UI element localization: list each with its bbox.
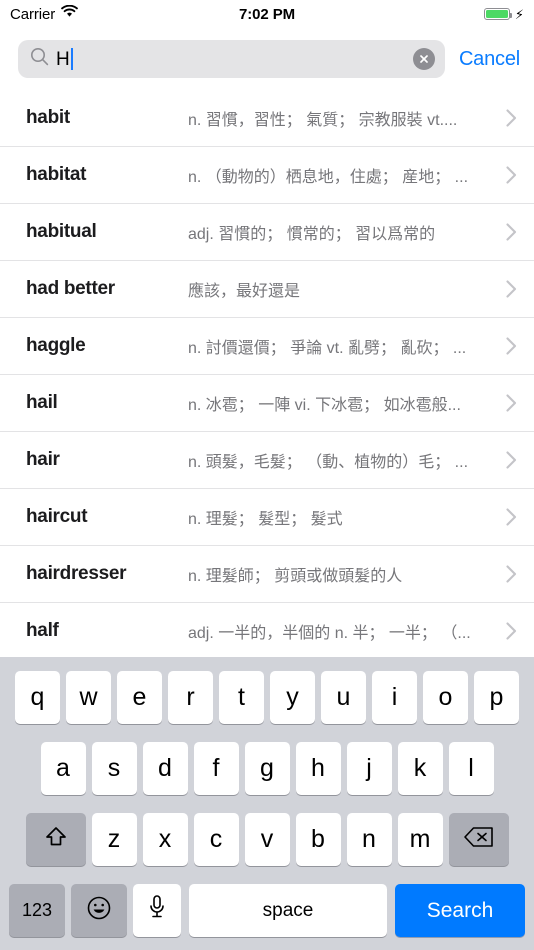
chevron-right-icon (500, 337, 522, 355)
key-e[interactable]: e (117, 671, 162, 724)
key-j[interactable]: j (346, 742, 392, 795)
result-definition: n. 理髮師； 剪頭或做頭髮的人 (188, 568, 403, 585)
status-bar-right: ⚡ (483, 6, 524, 22)
key-t[interactable]: t (219, 671, 264, 724)
key-c[interactable]: c (193, 813, 239, 866)
emoji-smiley-icon (86, 895, 112, 926)
result-word: hair (26, 449, 60, 470)
search-input-value: H (56, 48, 70, 70)
result-definition: n. 理髮； 髮型； 髮式 (188, 511, 343, 528)
chevron-right-icon (500, 166, 522, 184)
battery-full-icon (483, 8, 512, 20)
shift-arrow-icon (43, 824, 69, 855)
result-definition: 應該，最好還是 (188, 283, 301, 300)
result-word: habit (26, 107, 70, 128)
result-word: hairdresser (26, 563, 127, 584)
key-a[interactable]: a (40, 742, 86, 795)
result-word: habitat (26, 164, 87, 185)
emoji-key[interactable] (71, 884, 127, 937)
wifi-icon (61, 4, 78, 23)
delete-key[interactable] (448, 813, 509, 866)
microphone-icon (147, 894, 167, 927)
key-h[interactable]: h (295, 742, 341, 795)
search-results-list[interactable]: habit n. 習慣，習性； 氣質； 宗教服裝 vt.... habitat … (0, 90, 534, 657)
table-row[interactable]: habit n. 習慣，習性； 氣質； 宗教服裝 vt.... (0, 90, 534, 147)
key-p[interactable]: p (474, 671, 519, 724)
keyboard-row-1: q w e r t y u i o p (0, 668, 534, 727)
table-row[interactable]: habitual adj. 習慣的； 慣常的； 習以爲常的 (0, 204, 534, 261)
search-bar: H Cancel (0, 28, 534, 90)
result-word: haggle (26, 335, 86, 356)
result-definition: n. 冰雹； 一陣 vi. 下冰雹； 如冰雹般... (188, 397, 461, 414)
search-key[interactable]: Search (395, 884, 525, 937)
result-word: haircut (26, 506, 88, 527)
key-g[interactable]: g (244, 742, 290, 795)
chevron-right-icon (500, 451, 522, 469)
table-row[interactable]: hail n. 冰雹； 一陣 vi. 下冰雹； 如冰雹般... (0, 375, 534, 432)
key-o[interactable]: o (423, 671, 468, 724)
result-word: had better (26, 278, 115, 299)
table-row[interactable]: had better 應該，最好還是 (0, 261, 534, 318)
on-screen-keyboard[interactable]: q w e r t y u i o p a s d f g h j k l z … (0, 657, 534, 950)
key-i[interactable]: i (372, 671, 417, 724)
key-z[interactable]: z (91, 813, 137, 866)
search-icon (30, 47, 49, 71)
key-r[interactable]: r (168, 671, 213, 724)
key-m[interactable]: m (397, 813, 443, 866)
table-row[interactable]: hairdresser n. 理髮師； 剪頭或做頭髮的人 (0, 546, 534, 603)
chevron-right-icon (500, 508, 522, 526)
chevron-right-icon (500, 394, 522, 412)
key-x[interactable]: x (142, 813, 188, 866)
table-row[interactable]: hair n. 頭髮，毛髮； （動、植物的）毛； ... (0, 432, 534, 489)
chevron-right-icon (500, 622, 522, 640)
result-definition: n. 頭髮，毛髮； （動、植物的）毛； ... (188, 454, 469, 471)
status-bar: Carrier 7:02 PM ⚡ (0, 0, 534, 28)
chevron-right-icon (500, 565, 522, 583)
key-b[interactable]: b (295, 813, 341, 866)
result-definition: adj. 習慣的； 慣常的； 習以爲常的 (188, 226, 436, 243)
result-definition: n. 討價還價； 爭論 vt. 亂劈； 亂砍； ... (188, 340, 467, 357)
key-q[interactable]: q (15, 671, 60, 724)
cancel-button[interactable]: Cancel (459, 48, 520, 71)
text-cursor (70, 48, 73, 70)
result-definition: adj. 一半的，半個的 n. 半； 一半； （... (188, 625, 471, 642)
carrier-label: Carrier (10, 5, 56, 23)
keyboard-row-4: 123 space Search (0, 881, 534, 940)
result-definition: n. （動物的）栖息地，住處； 産地； ... (188, 169, 469, 186)
keyboard-row-2: a s d f g h j k l (0, 739, 534, 798)
result-word: half (26, 620, 59, 641)
dictation-key[interactable] (133, 884, 181, 937)
table-row[interactable]: haggle n. 討價還價； 爭論 vt. 亂劈； 亂砍； ... (0, 318, 534, 375)
chevron-right-icon (500, 280, 522, 298)
shift-key[interactable] (25, 813, 86, 866)
search-input[interactable]: H (18, 40, 445, 78)
numbers-key[interactable]: 123 (9, 884, 65, 937)
key-f[interactable]: f (193, 742, 239, 795)
result-definition: n. 習慣，習性； 氣質； 宗教服裝 vt.... (188, 112, 458, 129)
keyboard-row-3: z x c v b n m (0, 810, 534, 869)
key-d[interactable]: d (142, 742, 188, 795)
result-word: hail (26, 392, 58, 413)
status-bar-left: Carrier (10, 4, 78, 23)
space-key[interactable]: space (189, 884, 387, 937)
backspace-icon (463, 825, 495, 854)
key-l[interactable]: l (448, 742, 494, 795)
key-v[interactable]: v (244, 813, 290, 866)
table-row[interactable]: habitat n. （動物的）栖息地，住處； 産地； ... (0, 147, 534, 204)
clear-circle-icon[interactable] (412, 48, 435, 70)
key-y[interactable]: y (270, 671, 315, 724)
table-row[interactable]: half adj. 一半的，半個的 n. 半； 一半； （... (0, 603, 534, 657)
chevron-right-icon (500, 223, 522, 241)
result-word: habitual (26, 221, 97, 242)
chevron-right-icon (500, 109, 522, 127)
lightning-bolt-icon: ⚡ (514, 6, 524, 22)
key-w[interactable]: w (66, 671, 111, 724)
key-n[interactable]: n (346, 813, 392, 866)
table-row[interactable]: haircut n. 理髮； 髮型； 髮式 (0, 489, 534, 546)
key-k[interactable]: k (397, 742, 443, 795)
key-s[interactable]: s (91, 742, 137, 795)
clock-label: 7:02 PM (239, 5, 295, 23)
key-u[interactable]: u (321, 671, 366, 724)
